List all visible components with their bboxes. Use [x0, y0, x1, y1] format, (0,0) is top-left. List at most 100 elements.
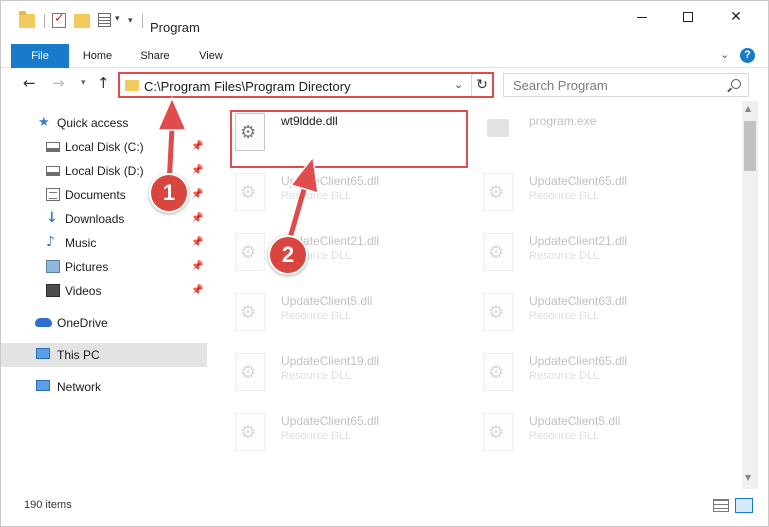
item-count: 190 items [24, 499, 72, 511]
file-tile[interactable]: UpdateClient65.dll Resource DLL [479, 347, 719, 401]
sidebar-item-music[interactable]: ♪ Music 📌 [1, 231, 207, 255]
music-icon: ♪ [46, 234, 55, 250]
sidebar-item-label: Network [57, 380, 102, 394]
refresh-icon[interactable]: ↻ [471, 74, 492, 96]
sidebar-item-this-pc[interactable]: This PC [1, 343, 207, 367]
file-name: UpdateClient5.dll [529, 414, 621, 428]
file-tile[interactable]: UpdateClient21.dll Resource DLL [231, 227, 471, 281]
address-history-icon[interactable]: ⌄ [454, 78, 463, 91]
computer-icon [36, 348, 50, 359]
search-placeholder[interactable]: Search Program [513, 78, 608, 93]
pin-icon[interactable]: 📌 [191, 285, 203, 296]
vertical-scrollbar[interactable]: ▲ ▼ [742, 101, 758, 489]
sidebar-item-local-disk-c[interactable]: Local Disk (C:) 📌 [1, 135, 207, 159]
file-type: Resource DLL [281, 310, 352, 322]
properties-check-icon[interactable] [52, 11, 66, 28]
address-path[interactable]: C:\Program Files\Program Directory [144, 79, 351, 94]
file-type: Resource DLL [281, 370, 352, 382]
tab-share[interactable]: Share [133, 44, 177, 68]
pin-icon[interactable]: 📌 [191, 189, 203, 200]
dll-file-icon [483, 413, 513, 451]
sidebar-item-network[interactable]: Network [1, 375, 207, 399]
details-view-icon[interactable] [713, 499, 729, 512]
videos-icon [46, 284, 60, 297]
pin-icon[interactable]: 📌 [191, 141, 203, 152]
back-arrow-icon[interactable]: ← [23, 74, 36, 92]
file-name: UpdateClient19.dll [281, 354, 380, 368]
sidebar-item-label: Downloads [65, 212, 125, 226]
file-name: UpdateClient63.dll [529, 294, 628, 308]
cloud-icon [35, 318, 52, 327]
navigation-pane: ★ Quick access Local Disk (C:) 📌 Local D… [1, 109, 207, 489]
pin-icon[interactable]: 📌 [191, 237, 203, 248]
file-type: Resource DLL [529, 250, 600, 262]
file-tile[interactable]: UpdateClient65.dll Resource DLL [231, 407, 471, 461]
sidebar-item-videos[interactable]: Videos 📌 [1, 279, 207, 303]
tab-home[interactable]: Home [74, 44, 121, 68]
properties-icon[interactable] [98, 13, 111, 27]
file-highlight-box [230, 110, 468, 168]
file-tile[interactable]: UpdateClient21.dll Resource DLL [479, 227, 719, 281]
expand-ribbon-icon[interactable]: ⌄ [720, 48, 729, 61]
navigation-bar: ← → ▾ ↑ C:\Program Files\Program Directo… [1, 72, 768, 100]
sidebar-item-label: Pictures [65, 260, 109, 274]
search-icon[interactable] [731, 79, 741, 89]
file-tile[interactable]: UpdateClient65.dll Resource DLL [479, 167, 719, 221]
tab-view[interactable]: View [191, 44, 231, 68]
pin-icon[interactable]: 📌 [191, 213, 203, 224]
file-name: UpdateClient65.dll [529, 354, 628, 368]
dll-file-icon [235, 413, 265, 451]
explorer-window: ▾ ▾ Program ✕ File Home Share View ⌄ ? ←… [0, 0, 769, 527]
step-1-badge: 1 [149, 173, 189, 213]
file-name: UpdateClient65.dll [281, 414, 380, 428]
tab-file[interactable]: File [11, 44, 69, 68]
address-bar[interactable]: C:\Program Files\Program Directory ⌄ ↻ [118, 72, 494, 98]
scrollbar-thumb[interactable] [744, 121, 756, 171]
ribbon-tabs: File Home Share View ⌄ ? [1, 44, 768, 68]
star-icon: ★ [38, 115, 50, 130]
file-tile[interactable]: UpdateClient65.dll Resource DLL [231, 167, 471, 221]
pin-icon[interactable]: 📌 [191, 261, 203, 272]
file-tile[interactable]: UpdateClient63.dll Resource DLL [479, 287, 719, 341]
minimize-button[interactable] [619, 1, 665, 35]
exe-file-icon [483, 113, 513, 151]
file-tile[interactable]: UpdateClient19.dll Resource DLL [231, 347, 471, 401]
file-name: UpdateClient65.dll [281, 174, 380, 188]
status-bar: 190 items [1, 495, 768, 517]
sidebar-item-label: Local Disk (C:) [65, 140, 144, 154]
forward-arrow-icon[interactable]: → [52, 74, 65, 92]
documents-icon [46, 188, 60, 201]
scroll-down-icon[interactable]: ▼ [745, 473, 751, 482]
up-arrow-icon[interactable]: ↑ [97, 74, 110, 92]
scroll-up-icon[interactable]: ▲ [745, 104, 751, 113]
file-type: Resource DLL [281, 430, 352, 442]
new-folder-icon[interactable] [74, 14, 90, 28]
file-type: Resource DLL [529, 430, 600, 442]
file-tile[interactable]: UpdateClient5.dll Resource DLL [479, 407, 719, 461]
customize-toolbar-icon[interactable]: ▾ [128, 16, 133, 26]
tiles-view-icon[interactable] [735, 498, 753, 513]
sidebar-item-onedrive[interactable]: OneDrive [1, 311, 207, 335]
file-tile-program-exe[interactable]: program.exe [479, 107, 719, 161]
sidebar-item-pictures[interactable]: Pictures 📌 [1, 255, 207, 279]
recent-locations-icon[interactable]: ▾ [81, 78, 86, 88]
disk-icon [46, 166, 60, 176]
folder-icon [125, 80, 139, 91]
dll-file-icon [235, 353, 265, 391]
dll-file-icon [483, 173, 513, 211]
close-button[interactable]: ✕ [713, 1, 759, 35]
file-name: UpdateClient21.dll [529, 234, 628, 248]
search-box[interactable]: Search Program [503, 73, 749, 97]
sidebar-item-quick-access[interactable]: ★ Quick access [1, 111, 207, 135]
file-tile[interactable]: UpdateClient5.dll Resource DLL [231, 287, 471, 341]
title-bar: ▾ ▾ Program ✕ [1, 1, 768, 39]
maximize-button[interactable] [665, 1, 711, 35]
help-icon[interactable]: ? [740, 48, 755, 63]
sidebar-item-label: Music [65, 236, 97, 250]
sidebar-item-label: Videos [65, 284, 102, 298]
window-title: Program [150, 20, 200, 35]
sidebar-item-label: Quick access [57, 116, 129, 130]
chevron-down-icon[interactable]: ▾ [115, 14, 120, 24]
pin-icon[interactable]: 📌 [191, 165, 203, 176]
dll-file-icon [483, 233, 513, 271]
